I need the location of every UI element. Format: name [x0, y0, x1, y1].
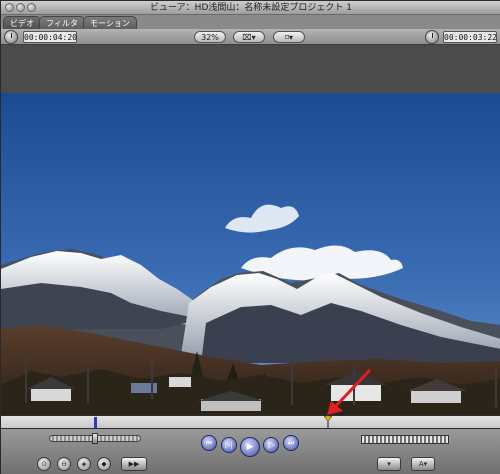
play-in-to-out-button[interactable]: ▷|: [221, 437, 237, 453]
zoom-popup[interactable]: 32%: [194, 31, 226, 43]
view-popup[interactable]: ⌧▾: [233, 31, 265, 43]
current-timecode[interactable]: 00:00:03:22: [443, 31, 497, 43]
viewer-toolbar: 00:00:04:20 32% ⌧▾ ⌑▾ 00:00:03:22: [1, 29, 500, 45]
overlay-popup[interactable]: ⌑▾: [273, 31, 305, 43]
play-around-button[interactable]: |▷: [263, 437, 279, 453]
replace-button[interactable]: ◈: [77, 457, 91, 471]
next-edit-button[interactable]: ⏭: [283, 435, 299, 451]
in-point-marker[interactable]: [94, 417, 97, 428]
prev-edit-button[interactable]: ⏮: [201, 435, 217, 451]
insert-button[interactable]: ⊙: [37, 457, 51, 471]
window-title: ビューア：HD浅間山：名称未設定プロジェクト 1: [150, 3, 352, 13]
clock-icon: [425, 30, 439, 44]
recent-clips-popup[interactable]: ▾: [377, 457, 401, 471]
viewer-window: ビューア：HD浅間山：名称未設定プロジェクト 1 ビデオ フィルタ モーション …: [0, 0, 500, 474]
transport-controls: ⏮ ▷| ▶ |▷ ⏭ ⊙ ⊖ ◈ ◆ ▶▶ ▾ A▾: [1, 429, 500, 474]
annotation-arrow: [327, 369, 371, 415]
tab-video[interactable]: ビデオ: [3, 16, 41, 29]
duration-timecode[interactable]: 00:00:04:20: [23, 31, 77, 43]
tab-motion[interactable]: モーション: [83, 16, 137, 29]
playhead[interactable]: [324, 416, 332, 429]
video-frame[interactable]: [1, 93, 500, 417]
tab-row: ビデオ フィルタ モーション: [1, 15, 500, 29]
clock-icon: [4, 30, 18, 44]
scrubber-bar[interactable]: [1, 415, 500, 429]
add-marker-button[interactable]: ◆: [97, 457, 111, 471]
tab-filters[interactable]: フィルタ: [39, 16, 85, 29]
mountain-landscape-image: [1, 93, 500, 417]
overwrite-button[interactable]: ⊖: [57, 457, 71, 471]
shuttle-knob[interactable]: [92, 433, 98, 444]
viewer-canvas: [1, 45, 500, 417]
generator-popup[interactable]: A▾: [411, 457, 435, 471]
jog-control[interactable]: [361, 435, 449, 444]
play-button[interactable]: ▶: [240, 437, 260, 457]
title-bar: ビューア：HD浅間山：名称未設定プロジェクト 1: [1, 1, 500, 15]
match-frame-button[interactable]: ▶▶: [121, 457, 147, 471]
